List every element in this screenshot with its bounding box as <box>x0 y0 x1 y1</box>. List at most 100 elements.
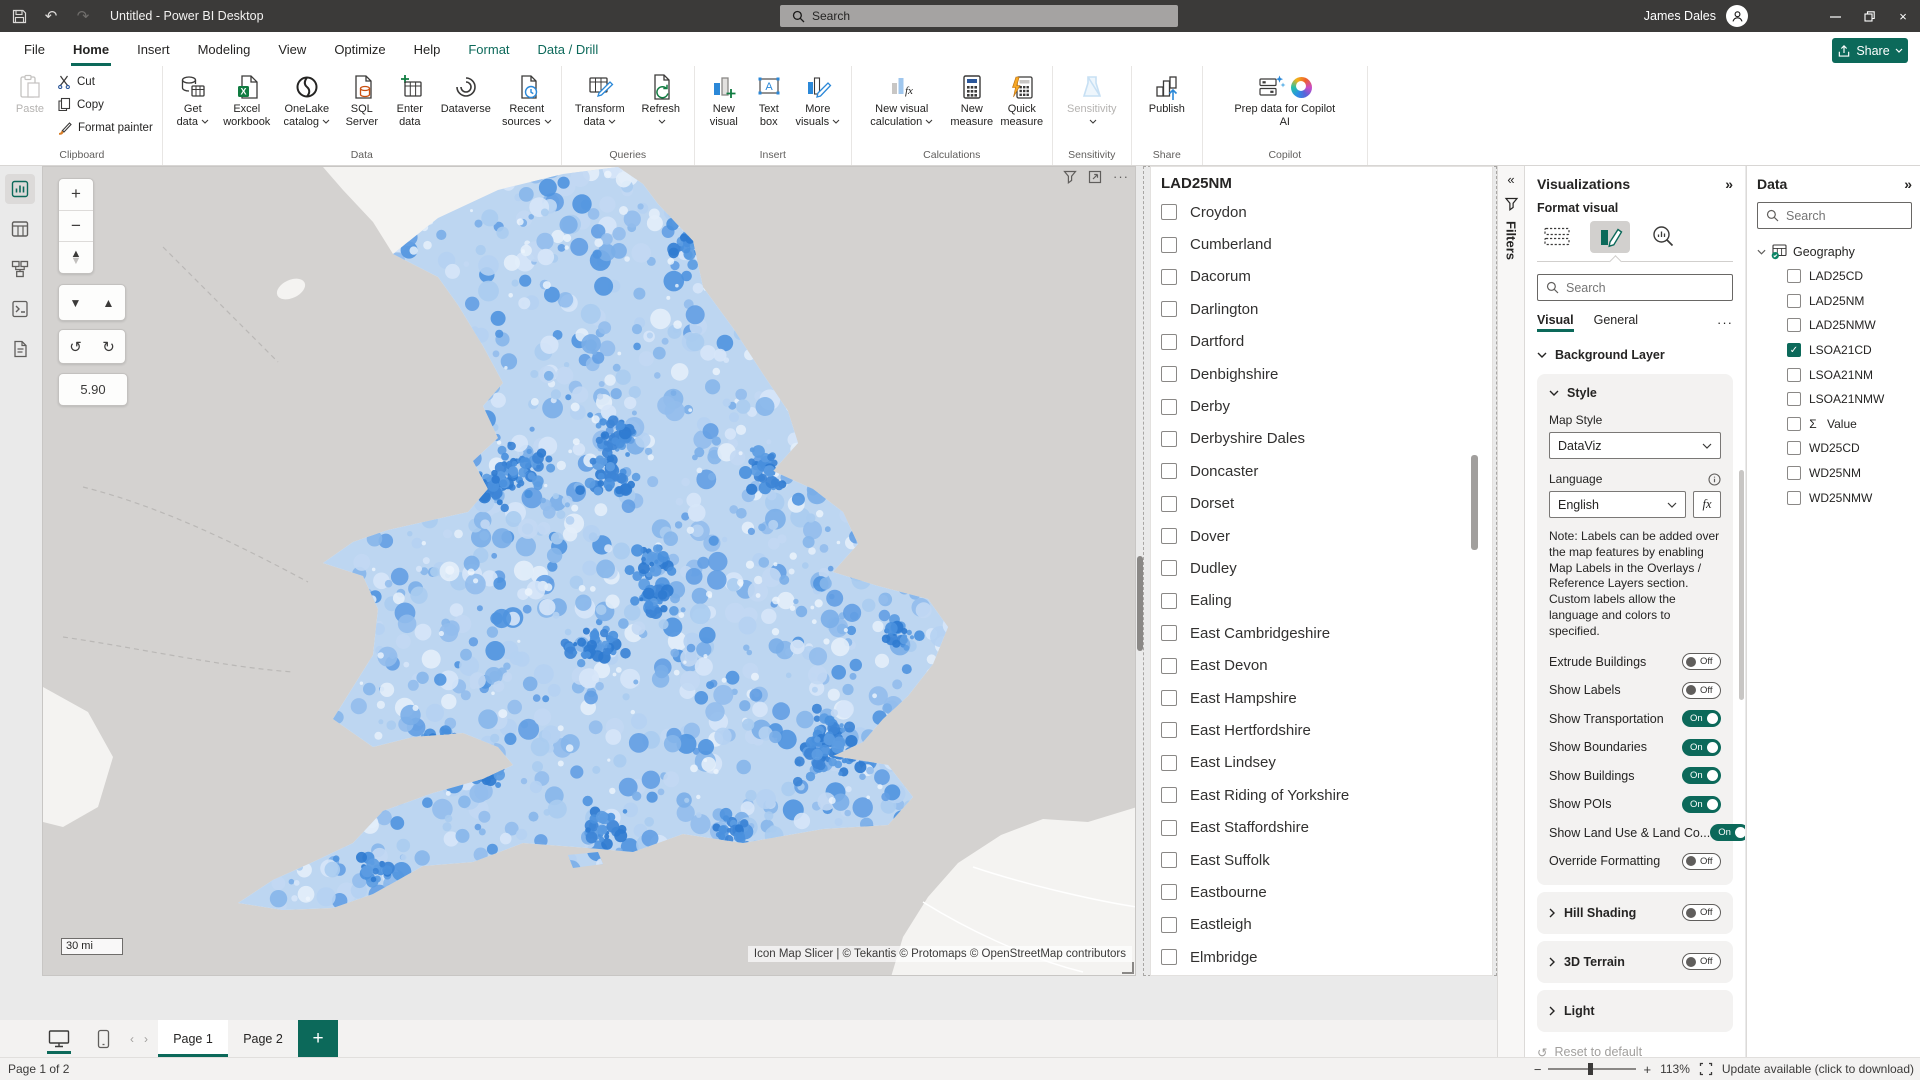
fit-to-page-icon[interactable] <box>1699 1062 1713 1076</box>
toggle-switch[interactable]: On <box>1710 824 1745 841</box>
field-checkbox[interactable] <box>1787 269 1801 283</box>
field-value[interactable]: ΣValue <box>1757 412 1912 437</box>
minimize-button[interactable] <box>1818 0 1852 32</box>
slicer-item-derby[interactable]: Derby <box>1161 390 1492 422</box>
checkbox[interactable] <box>1161 301 1177 317</box>
filters-pane-label[interactable]: Filters <box>1504 221 1519 260</box>
slicer-item-derbyshire-dales[interactable]: Derbyshire Dales <box>1161 423 1492 455</box>
field-checkbox[interactable] <box>1787 466 1801 480</box>
field-lad25cd[interactable]: LAD25CD <box>1757 264 1912 289</box>
checkbox[interactable] <box>1161 496 1177 512</box>
toggle-switch[interactable]: Off <box>1682 653 1721 670</box>
checkbox[interactable] <box>1161 625 1177 641</box>
checkbox[interactable] <box>1161 690 1177 706</box>
more-options-icon[interactable]: ··· <box>1113 169 1129 184</box>
slicer-item-east-staffordshire[interactable]: East Staffordshire <box>1161 811 1492 843</box>
mobile-layout-button[interactable] <box>90 1026 116 1052</box>
new-visual-calculation-button[interactable]: fxNew visualcalculation <box>858 66 946 130</box>
slicer-item-ealing[interactable]: Ealing <box>1161 585 1492 617</box>
slicer-item-eastleigh[interactable]: Eastleigh <box>1161 909 1492 941</box>
quick-measure-button[interactable]: Quickmeasure <box>998 66 1046 130</box>
background-layer-section[interactable]: Background Layer <box>1537 348 1733 362</box>
field-checkbox[interactable] <box>1787 491 1801 505</box>
menu-tab-file[interactable]: File <box>10 32 59 66</box>
restore-button[interactable] <box>1852 0 1886 32</box>
report-view-button[interactable] <box>5 174 35 204</box>
style-section-header[interactable]: Style <box>1549 386 1721 400</box>
lad-slicer-visual[interactable]: LAD25NM CroydonCumberlandDacorumDarlingt… <box>1150 166 1493 976</box>
slicer-item-dover[interactable]: Dover <box>1161 520 1492 552</box>
data-search-input[interactable] <box>1786 209 1896 223</box>
field-checkbox[interactable] <box>1787 441 1801 455</box>
checkbox[interactable] <box>1161 399 1177 415</box>
menu-tab-insert[interactable]: Insert <box>123 32 184 66</box>
menu-tab-home[interactable]: Home <box>59 32 123 66</box>
collapse-pane-icon[interactable]: » <box>1725 176 1733 192</box>
field-checkbox[interactable] <box>1787 294 1801 308</box>
slicer-item-cumberland[interactable]: Cumberland <box>1161 228 1492 260</box>
new-visual-button[interactable]: Newvisual <box>701 66 747 130</box>
slicer-item-doncaster[interactable]: Doncaster <box>1161 455 1492 487</box>
checkbox[interactable] <box>1161 917 1177 933</box>
slicer-item-darlington[interactable]: Darlington <box>1161 293 1492 325</box>
toggle-switch[interactable]: On <box>1682 767 1721 784</box>
toggle-switch[interactable]: On <box>1682 710 1721 727</box>
field-lsoa21cd[interactable]: ✓LSOA21CD <box>1757 338 1912 363</box>
zoom-out-button[interactable]: − <box>59 210 93 242</box>
field-lsoa21nm[interactable]: LSOA21NM <box>1757 362 1912 387</box>
tilt-up-button[interactable]: ▲ <box>103 296 115 310</box>
slicer-item-dorset[interactable]: Dorset <box>1161 488 1492 520</box>
visualizations-scrollbar[interactable] <box>1739 470 1744 700</box>
toggle-switch[interactable]: Off <box>1682 953 1721 970</box>
toggle-switch[interactable]: Off <box>1682 904 1721 921</box>
prep-data-for-copilot-ai-button[interactable]: Prep data for CopilotAI <box>1209 66 1361 130</box>
slicer-item-denbighshire[interactable]: Denbighshire <box>1161 358 1492 390</box>
checkbox[interactable] <box>1161 787 1177 803</box>
undo-icon[interactable]: ↶ <box>38 3 64 29</box>
table-geography[interactable]: Geography <box>1757 243 1912 260</box>
transform-data-button[interactable]: Transformdata <box>568 66 632 130</box>
checkbox[interactable] <box>1161 593 1177 609</box>
zoom-slider-track[interactable] <box>1548 1068 1636 1070</box>
checkbox[interactable] <box>1161 949 1177 965</box>
slicer-item-east-devon[interactable]: East Devon <box>1161 649 1492 681</box>
table-view-button[interactable] <box>5 214 35 244</box>
enter-data-button[interactable]: Enterdata <box>387 66 433 130</box>
slicer-item-croydon[interactable]: Croydon <box>1161 196 1492 228</box>
toggle-switch[interactable]: On <box>1682 739 1721 756</box>
filter-icon[interactable] <box>1063 170 1077 184</box>
more-visuals-button[interactable]: Morevisuals <box>791 66 845 130</box>
canvas-scrollbar[interactable] <box>1137 556 1143 651</box>
slicer-item-dudley[interactable]: Dudley <box>1161 552 1492 584</box>
checkbox[interactable] <box>1161 237 1177 253</box>
card-hill-shading[interactable]: Hill ShadingOff <box>1537 892 1733 934</box>
zoom-slider-handle[interactable] <box>1588 1063 1593 1075</box>
filter-funnel-icon[interactable] <box>1504 197 1519 211</box>
analytics-icon[interactable] <box>1643 221 1683 253</box>
choropleth-map[interactable] <box>43 167 1136 976</box>
publish-button[interactable]: Publish <box>1138 66 1196 116</box>
rotate-cw-button[interactable]: ↻ <box>102 338 115 356</box>
visualizations-search[interactable] <box>1537 274 1733 301</box>
copy-button[interactable]: Copy <box>53 93 157 116</box>
share-button[interactable]: Share <box>1832 38 1908 63</box>
checkbox[interactable] <box>1161 463 1177 479</box>
tilt-down-button[interactable]: ▼ <box>70 296 82 310</box>
dataverse-button[interactable]: Dataverse <box>435 66 497 116</box>
slicer-item-east-hertfordshire[interactable]: East Hertfordshire <box>1161 714 1492 746</box>
field-checkbox[interactable] <box>1787 368 1801 382</box>
checkbox[interactable] <box>1161 366 1177 382</box>
save-icon[interactable] <box>6 3 32 29</box>
field-lsoa21nmw[interactable]: LSOA21NMW <box>1757 387 1912 412</box>
text-box-button[interactable]: ATextbox <box>749 66 789 130</box>
search-input[interactable] <box>812 9 1142 23</box>
expand-pane-icon[interactable]: « <box>1507 172 1514 187</box>
checkbox[interactable] <box>1161 755 1177 771</box>
dax-query-view-button[interactable] <box>5 294 35 324</box>
get-data-button[interactable]: Getdata <box>169 66 217 130</box>
menu-tab-modeling[interactable]: Modeling <box>184 32 265 66</box>
zoom-in-button[interactable]: + <box>59 179 93 210</box>
conditional-formatting-button[interactable]: fx <box>1693 491 1721 518</box>
field-lad25nm[interactable]: LAD25NM <box>1757 289 1912 314</box>
chevron-down-icon[interactable] <box>1757 249 1766 255</box>
